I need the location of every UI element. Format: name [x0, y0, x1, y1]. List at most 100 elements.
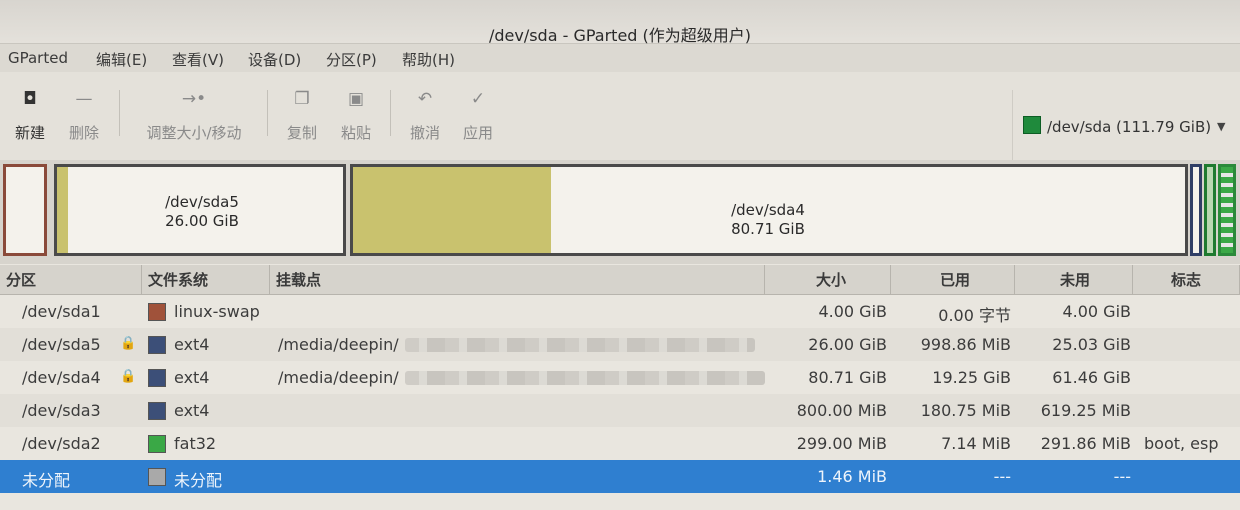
cell-size: 1.46 MiB [817, 467, 887, 486]
menu-device[interactable]: 设备(D) [248, 49, 301, 70]
cell-filesystem: ext4 [174, 368, 210, 387]
column-filesystem[interactable]: 文件系统 [142, 265, 270, 295]
menu-partition[interactable]: 分区(P) [326, 49, 377, 70]
menu-help[interactable]: 帮助(H) [402, 49, 455, 70]
cell-unused: 25.03 GiB [1052, 335, 1131, 354]
new-label: 新建 [14, 124, 45, 142]
table-row[interactable]: /dev/sda3 ext4 800.00 MiB 180.75 MiB 619… [0, 394, 1240, 427]
menu-bar: GParted 编辑(E) 查看(V) 设备(D) 分区(P) 帮助(H) [0, 44, 1240, 72]
disk-map: /dev/sda5 26.00 GiB /dev/sda4 80.71 GiB [0, 160, 1240, 264]
disk-icon [1023, 116, 1041, 134]
table-row[interactable]: /dev/sda4 🔒 ext4 /media/deepin/ 80.71 Gi… [0, 361, 1240, 394]
table-row-selected[interactable]: 未分配 未分配 1.46 MiB --- --- [0, 460, 1240, 493]
paste-button[interactable]: ▣ 粘贴 [338, 86, 374, 143]
column-mountpoint[interactable]: 挂载点 [270, 265, 765, 295]
toolbar-separator [390, 90, 391, 136]
cell-filesystem: linux-swap [174, 302, 260, 321]
device-label: /dev/sda (111.79 GiB) [1047, 118, 1212, 136]
cell-used: 0.00 字节 [938, 306, 1011, 325]
cell-size: 80.71 GiB [808, 368, 887, 387]
partition-block-sda1[interactable] [3, 164, 47, 256]
cell-size: 299.00 MiB [796, 434, 887, 453]
resize-move-label: 调整大小/移动 [146, 124, 242, 142]
table-row[interactable]: /dev/sda5 🔒 ext4 /media/deepin/ 26.00 Gi… [0, 328, 1240, 361]
partition-label-sda4: /dev/sda4 80.71 GiB [731, 201, 805, 238]
cell-mountpoint: /media/deepin/ [278, 335, 399, 354]
partition-block-sda5[interactable]: /dev/sda5 26.00 GiB [54, 164, 346, 256]
lock-icon: 🔒 [120, 369, 137, 384]
column-size[interactable]: 大小 [765, 265, 891, 295]
delete-button[interactable]: — 删除 [66, 86, 102, 143]
chevron-down-icon: ▼ [1217, 120, 1226, 133]
copy-label: 复制 [286, 124, 317, 142]
redacted-mountpoint [405, 338, 755, 352]
redacted-mountpoint [405, 371, 765, 385]
new-partition-icon: ◘ [23, 89, 37, 109]
filesystem-color-swatch [148, 336, 166, 354]
cell-partition: /dev/sda5 [22, 335, 101, 354]
cell-used: 7.14 MiB [941, 434, 1011, 453]
cell-mountpoint: /media/deepin/ [278, 368, 399, 387]
cell-unused: 291.86 MiB [1040, 434, 1131, 453]
copy-button[interactable]: ❐ 复制 [284, 86, 320, 143]
column-flags[interactable]: 标志 [1133, 265, 1240, 295]
copy-icon: ❐ [294, 89, 310, 109]
cell-filesystem: ext4 [174, 401, 210, 420]
new-button[interactable]: ◘ 新建 [12, 86, 48, 143]
cell-used: --- [993, 467, 1011, 486]
undo-icon: ↶ [417, 89, 433, 109]
apply-button[interactable]: ✓ 应用 [460, 86, 496, 143]
resize-move-button[interactable]: →• 调整大小/移动 [138, 86, 250, 143]
cell-unused: 619.25 MiB [1040, 401, 1131, 420]
lock-icon: 🔒 [120, 336, 137, 351]
cell-filesystem: 未分配 [174, 471, 223, 490]
window-title: /dev/sda - GParted (作为超级用户) [488, 26, 752, 45]
cell-unused: 4.00 GiB [1062, 302, 1131, 321]
cell-unused: --- [1113, 467, 1131, 486]
cell-size: 26.00 GiB [808, 335, 887, 354]
column-unused[interactable]: 未用 [1015, 265, 1133, 295]
partition-label-sda5: /dev/sda5 26.00 GiB [165, 193, 239, 230]
cell-flags: boot, esp [1144, 434, 1219, 453]
cell-partition: 未分配 [22, 471, 71, 490]
filesystem-color-swatch [148, 435, 166, 453]
column-used[interactable]: 已用 [891, 265, 1015, 295]
table-row[interactable]: /dev/sda2 fat32 299.00 MiB 7.14 MiB 291.… [0, 427, 1240, 460]
cell-partition: /dev/sda3 [22, 401, 101, 420]
cell-filesystem: fat32 [174, 434, 217, 453]
cell-partition: /dev/sda4 [22, 368, 101, 387]
delete-label: 删除 [68, 124, 99, 142]
filesystem-color-swatch [148, 402, 166, 420]
partition-block-sda2[interactable] [1204, 164, 1216, 256]
cell-partition: /dev/sda2 [22, 434, 101, 453]
apply-label: 应用 [462, 124, 493, 142]
cell-unused: 61.46 GiB [1052, 368, 1131, 387]
cell-used: 180.75 MiB [920, 401, 1011, 420]
menu-edit[interactable]: 编辑(E) [96, 49, 147, 70]
partition-block-unallocated[interactable] [1218, 164, 1236, 256]
cell-used: 998.86 MiB [920, 335, 1011, 354]
resize-move-icon: →• [181, 89, 207, 109]
cell-filesystem: ext4 [174, 335, 210, 354]
column-partition[interactable]: 分区 [0, 265, 142, 295]
title-bar: /dev/sda - GParted (作为超级用户) [0, 0, 1240, 45]
cell-size: 800.00 MiB [796, 401, 887, 420]
partition-block-sda3[interactable] [1190, 164, 1202, 256]
undo-button[interactable]: ↶ 撤消 [407, 86, 443, 143]
cell-used: 19.25 GiB [932, 368, 1011, 387]
menu-view[interactable]: 查看(V) [172, 49, 224, 70]
undo-label: 撤消 [409, 124, 440, 142]
partition-block-sda4[interactable]: /dev/sda4 80.71 GiB [350, 164, 1188, 256]
table-row[interactable]: /dev/sda1 linux-swap 4.00 GiB 0.00 字节 4.… [0, 295, 1240, 328]
device-selector[interactable]: /dev/sda (111.79 GiB) ▼ [1012, 90, 1238, 168]
toolbar-separator [267, 90, 268, 136]
used-space-bar [353, 167, 552, 253]
menu-gparted[interactable]: GParted [8, 49, 68, 67]
cell-size: 4.00 GiB [818, 302, 887, 321]
cell-partition: /dev/sda1 [22, 302, 101, 321]
toolbar-separator [119, 90, 120, 136]
delete-icon: — [75, 89, 93, 109]
filesystem-color-swatch [148, 369, 166, 387]
paste-label: 粘贴 [340, 124, 371, 142]
filesystem-color-swatch [148, 468, 166, 486]
